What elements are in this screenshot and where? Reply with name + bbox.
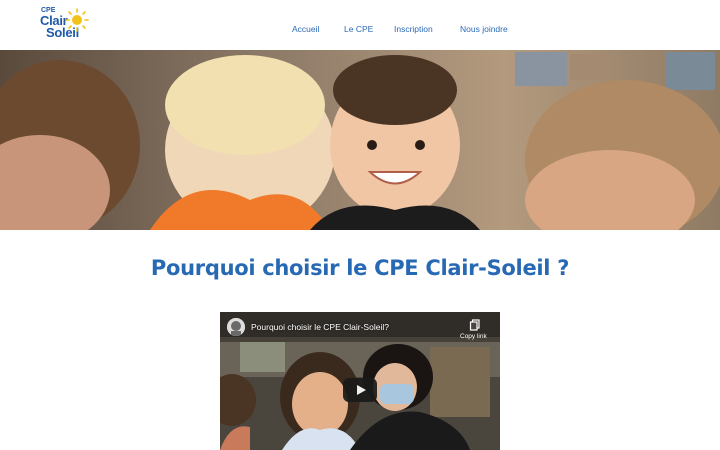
channel-avatar[interactable]	[227, 318, 245, 336]
copy-link-label[interactable]: Copy link	[460, 333, 487, 340]
hero-photo	[0, 50, 720, 230]
nav-accueil[interactable]: Accueil	[292, 24, 319, 34]
channel-avatar-image	[227, 318, 245, 336]
video-title[interactable]: Pourquoi choisir le CPE Clair-Soleil?	[251, 322, 389, 332]
site-header: CPE Clair Soleil Accueil Le CPE Inscript…	[0, 0, 720, 50]
nav-inscription[interactable]: Inscription	[394, 24, 433, 34]
page-title: Pourquoi choisir le CPE Clair-Soleil ?	[150, 256, 570, 280]
site-logo[interactable]: CPE Clair Soleil	[38, 6, 90, 42]
copy-link-icon[interactable]	[469, 319, 481, 331]
nav-nous-joindre[interactable]: Nous joindre	[460, 24, 508, 34]
play-button[interactable]	[343, 378, 377, 402]
hero-illustration	[0, 50, 720, 230]
nav-le-cpe[interactable]: Le CPE	[344, 24, 373, 34]
sun-icon	[65, 8, 89, 32]
video-player[interactable]: Pourquoi choisir le CPE Clair-Soleil? Co…	[220, 312, 500, 450]
